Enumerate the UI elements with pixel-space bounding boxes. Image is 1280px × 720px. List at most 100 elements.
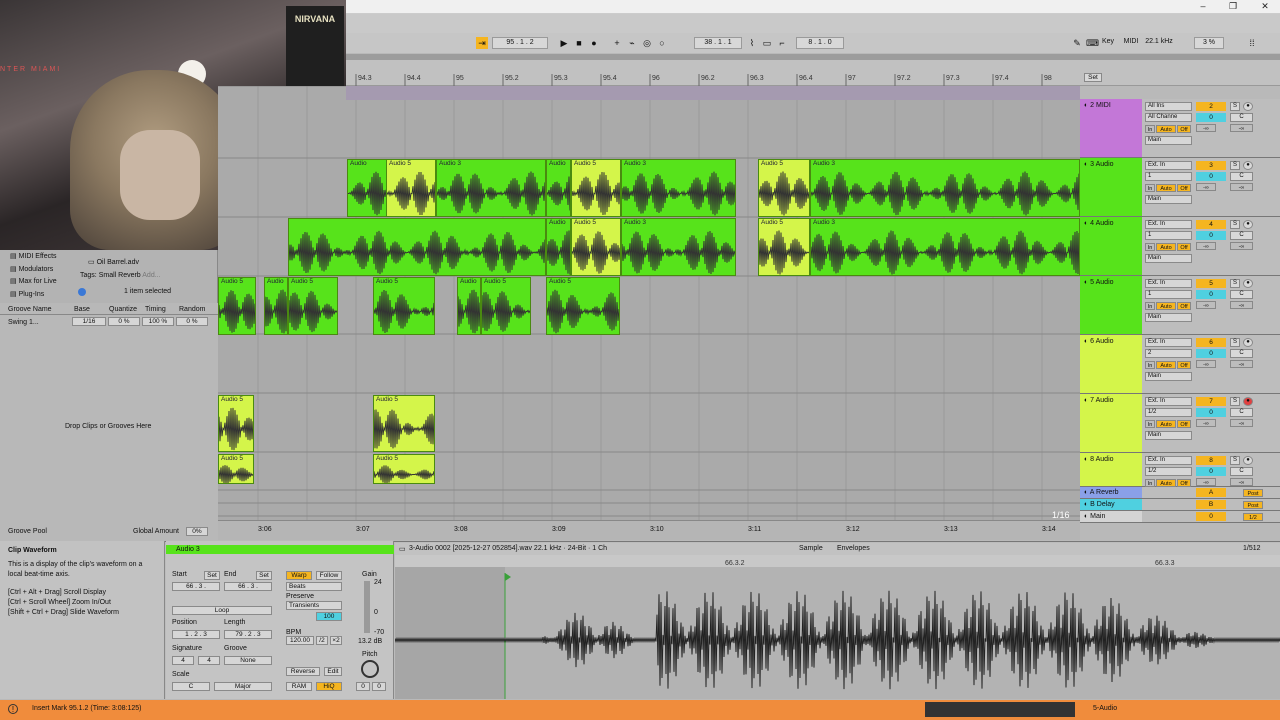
arm-icon[interactable]: ● — [1243, 161, 1253, 170]
track-meter-field[interactable]: -∞ — [1230, 183, 1253, 191]
return-post-button[interactable]: Post — [1243, 501, 1263, 509]
track-pan-field[interactable]: 0 — [1196, 349, 1226, 358]
track-activator[interactable]: 8 — [1196, 456, 1226, 465]
return-track-name[interactable]: ◐ Main — [1080, 511, 1142, 522]
monitor-auto-button[interactable]: Auto — [1156, 361, 1176, 369]
position-field[interactable]: 1 . 2 . 3 — [172, 630, 220, 639]
return-track-header[interactable]: ◐ B Delay B Post — [1080, 499, 1280, 511]
monitor-off-button[interactable]: Off — [1177, 302, 1191, 310]
crossfade-button[interactable]: C — [1230, 113, 1253, 122]
return-track-name[interactable]: ◐ B Delay — [1080, 499, 1142, 510]
crossfade-button[interactable]: C — [1230, 290, 1253, 299]
folder-icon[interactable]: ▭ — [399, 545, 406, 553]
track-header[interactable]: ◐ 7 Audio Ext. In 1/2 In Auto Off Main 7 0 -∞ S ● C -… — [1080, 394, 1280, 453]
return-activator[interactable]: A — [1196, 488, 1226, 497]
track-activator[interactable]: 3 — [1196, 161, 1226, 170]
track-name[interactable]: ◐ 3 Audio — [1080, 158, 1142, 216]
monitor-in-button[interactable]: In — [1145, 302, 1155, 310]
return-post-button[interactable]: Post — [1243, 489, 1263, 497]
length-field[interactable]: 79 . 2 . 3 — [224, 630, 272, 639]
input-type-select[interactable]: Ext. In — [1145, 397, 1192, 406]
output-select[interactable]: Main — [1145, 254, 1192, 263]
bpm-field[interactable]: 120.00 — [286, 636, 314, 645]
monitor-auto-button[interactable]: Auto — [1156, 302, 1176, 310]
end-field[interactable]: 66 . 3 . — [224, 582, 272, 591]
input-channel-select[interactable]: 1/2 — [1145, 467, 1192, 476]
input-channel-select[interactable]: 1 — [1145, 172, 1192, 181]
solo-button[interactable]: S — [1230, 220, 1240, 229]
input-type-select[interactable]: Ext. In — [1145, 161, 1192, 170]
arm-icon[interactable]: ● — [1243, 338, 1253, 347]
monitor-off-button[interactable]: Off — [1177, 479, 1191, 487]
track-meter-field[interactable]: -∞ — [1230, 301, 1253, 309]
sample-ruler[interactable] — [395, 555, 1280, 567]
input-channel-select[interactable]: 1 — [1145, 290, 1192, 299]
start-field[interactable]: 66 . 3 . — [172, 582, 220, 591]
input-type-select[interactable]: Ext. In — [1145, 220, 1192, 229]
pitch-knob[interactable] — [361, 660, 379, 678]
groove-select[interactable]: None — [224, 656, 272, 665]
track-name[interactable]: ◐ 8 Audio — [1080, 453, 1142, 486]
return-post-button[interactable]: 1/2 — [1243, 513, 1263, 521]
output-select[interactable]: Main — [1145, 195, 1192, 204]
solo-button[interactable]: S — [1230, 397, 1240, 406]
monitor-off-button[interactable]: Off — [1177, 125, 1191, 133]
crossfade-button[interactable]: C — [1230, 349, 1253, 358]
track-meter-field[interactable]: -∞ — [1230, 242, 1253, 250]
track-meter-field[interactable]: -∞ — [1230, 360, 1253, 368]
crossfade-button[interactable]: C — [1230, 467, 1253, 476]
start-marker-icon[interactable] — [505, 573, 511, 581]
warp-toggle[interactable]: Warp — [286, 571, 312, 580]
track-activator[interactable]: 7 — [1196, 397, 1226, 406]
track-name[interactable]: ◐ 4 Audio — [1080, 217, 1142, 275]
input-channel-select[interactable]: 1/2 — [1145, 408, 1192, 417]
arm-icon[interactable]: ● — [1243, 220, 1253, 229]
track-name[interactable]: ◐ 2 MIDI — [1080, 99, 1142, 157]
follow-toggle[interactable]: Follow — [316, 571, 342, 580]
output-select[interactable]: Main — [1145, 372, 1192, 381]
tab-envelopes[interactable]: Envelopes — [837, 545, 870, 552]
monitor-auto-button[interactable]: Auto — [1156, 243, 1176, 251]
monitor-off-button[interactable]: Off — [1177, 420, 1191, 428]
double-tempo-button[interactable]: ×2 — [330, 636, 342, 645]
return-track-header[interactable]: ◐ A Reverb A Post — [1080, 487, 1280, 499]
monitor-auto-button[interactable]: Auto — [1156, 125, 1176, 133]
track-volume-field[interactable]: -∞ — [1196, 242, 1216, 250]
track-header[interactable]: ◐ 3 Audio Ext. In 1 In Auto Off Main 3 0 -∞ S ● C -∞ — [1080, 158, 1280, 217]
hiq-toggle[interactable]: HiQ — [316, 682, 342, 691]
track-activator[interactable]: 2 — [1196, 102, 1226, 111]
arm-icon[interactable]: ● — [1243, 397, 1253, 406]
output-select[interactable]: Main — [1145, 136, 1192, 145]
track-meter-field[interactable]: -∞ — [1230, 419, 1253, 427]
start-set-button[interactable]: Set — [204, 571, 220, 580]
solo-button[interactable]: S — [1230, 161, 1240, 170]
track-activator[interactable]: 5 — [1196, 279, 1226, 288]
ram-toggle[interactable]: RAM — [286, 682, 312, 691]
arm-icon[interactable]: ● — [1243, 279, 1253, 288]
track-pan-field[interactable]: 0 — [1196, 290, 1226, 299]
monitor-auto-button[interactable]: Auto — [1156, 479, 1176, 487]
track-activator[interactable]: 4 — [1196, 220, 1226, 229]
track-volume-field[interactable]: -∞ — [1196, 360, 1216, 368]
return-track-name[interactable]: ◐ A Reverb — [1080, 487, 1142, 498]
end-set-button[interactable]: Set — [256, 571, 272, 580]
clip-waveform-display[interactable]: 66.3.2 66.3.3 — [395, 555, 1280, 699]
monitor-auto-button[interactable]: Auto — [1156, 420, 1176, 428]
input-channel-select[interactable]: 2 — [1145, 349, 1192, 358]
edit-button[interactable]: Edit — [324, 667, 342, 676]
input-channel-select[interactable]: 1 — [1145, 231, 1192, 240]
output-select[interactable]: Main — [1145, 313, 1192, 322]
scale-mode-select[interactable]: Major — [214, 682, 272, 691]
scale-root-select[interactable]: C — [172, 682, 210, 691]
signature-denominator[interactable]: 4 — [198, 656, 220, 665]
monitor-off-button[interactable]: Off — [1177, 184, 1191, 192]
track-pan-field[interactable]: 0 — [1196, 231, 1226, 240]
track-header[interactable]: ◐ 8 Audio Ext. In 1/2 In Auto Off 8 0 -∞ S ● C -∞ — [1080, 453, 1280, 487]
track-pan-field[interactable]: 0 — [1196, 113, 1226, 122]
pitch-semitones-field[interactable]: 0 — [356, 682, 370, 691]
arm-icon[interactable]: ● — [1243, 102, 1253, 111]
solo-button[interactable]: S — [1230, 456, 1240, 465]
monitor-in-button[interactable]: In — [1145, 479, 1155, 487]
pitch-cents-field[interactable]: 0 — [372, 682, 386, 691]
warning-icon[interactable]: ! — [8, 704, 18, 714]
